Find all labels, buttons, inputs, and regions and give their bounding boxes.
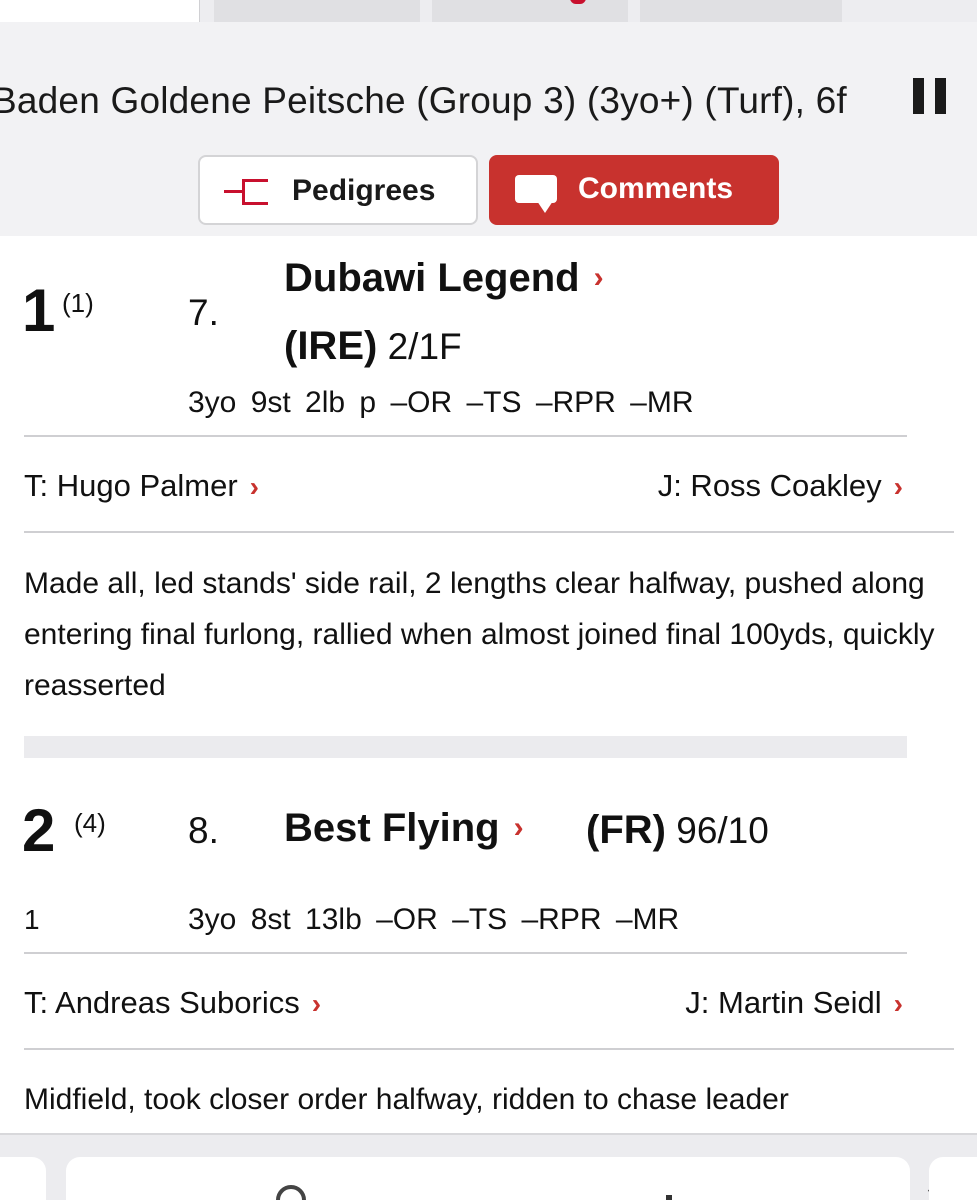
search-icon [276, 1185, 306, 1200]
tab-1[interactable] [0, 0, 200, 22]
pedigrees-label: Pedigrees [292, 174, 436, 207]
horse-name: Best Flying [284, 806, 500, 850]
tab-pill-right[interactable] [929, 1157, 977, 1200]
pause-icon[interactable] [913, 78, 949, 116]
race-comment: Midfield, took closer order halfway, rid… [24, 1083, 789, 1116]
horse-name-link[interactable]: Best Flying › [284, 806, 524, 851]
pedigrees-button[interactable]: Pedigrees [198, 155, 478, 225]
country-odds: (FR) 96/10 [586, 808, 769, 853]
comment-icon [515, 175, 557, 215]
top-tab-strip [0, 0, 977, 22]
race-comment: Made all, led stands' side rail, 2 lengt… [24, 567, 935, 702]
comments-button[interactable]: Comments [489, 155, 779, 225]
horse-stats: 3yo 9st 2lb p –OR –TS –RPR –MR [188, 386, 694, 419]
saddle-cloth: 7. [188, 292, 219, 333]
race-title: Baden Goldene Peitsche (Group 3) (3yo+) … [0, 80, 847, 121]
tab-pill-left[interactable] [0, 1157, 46, 1200]
country-odds: (IRE) 2/1F [284, 324, 462, 369]
results-list: 1 (1) 7. Dubawi Legend › (IRE) 2/1F 3yo 9… [0, 236, 977, 1136]
divider [24, 1048, 954, 1050]
chevron-right-icon: › [893, 988, 903, 1019]
tab-2[interactable] [214, 0, 420, 22]
jockey-link[interactable]: J: Ross Coakley › [658, 468, 903, 504]
comments-label: Comments [578, 172, 734, 205]
horse-country: (IRE) [284, 324, 378, 368]
divider [24, 435, 907, 437]
runner-separator [24, 736, 907, 758]
beaten-distance: 1 [24, 904, 40, 935]
finish-position: 2 [22, 797, 56, 864]
chevron-right-icon: › [593, 261, 604, 294]
odds: 96/10 [676, 810, 769, 851]
trainer-link[interactable]: T: Andreas Suborics › [24, 985, 321, 1021]
tab-3[interactable] [432, 0, 628, 22]
address-bar[interactable] [66, 1157, 946, 1200]
divider [24, 531, 954, 533]
divider [24, 952, 907, 954]
jockey-name: J: Ross Coakley [657, 468, 882, 503]
trainer-name: T: Hugo Palmer [24, 468, 238, 503]
horse-name-link[interactable]: Dubawi Legend › [284, 256, 604, 301]
horse-stats: 3yo 8st 13lb –OR –TS –RPR –MR [188, 903, 680, 936]
chevron-right-icon: › [893, 471, 903, 502]
chevron-right-icon: › [513, 811, 524, 844]
draw-number: (4) [74, 808, 106, 838]
trainer-link[interactable]: T: Hugo Palmer › [24, 468, 259, 504]
finish-position: 1 [22, 277, 56, 344]
horse-country: (FR) [586, 808, 666, 852]
chevron-right-icon: › [249, 471, 259, 502]
horse-name: Dubawi Legend [284, 256, 580, 300]
address-glyph [666, 1195, 672, 1200]
chevron-right-icon: › [311, 988, 322, 1019]
odds: 2/1F [387, 326, 462, 367]
browser-bottom-bar [0, 1133, 977, 1200]
saddle-cloth: 8. [188, 810, 219, 851]
jockey-name: J: Martin Seidl [685, 985, 882, 1020]
draw-number: (1) [62, 288, 94, 318]
tab-4[interactable] [640, 0, 842, 22]
jockey-link[interactable]: J: Martin Seidl › [685, 985, 903, 1021]
trainer-name: T: Andreas Suborics [24, 985, 300, 1020]
pedigree-icon [224, 179, 272, 205]
